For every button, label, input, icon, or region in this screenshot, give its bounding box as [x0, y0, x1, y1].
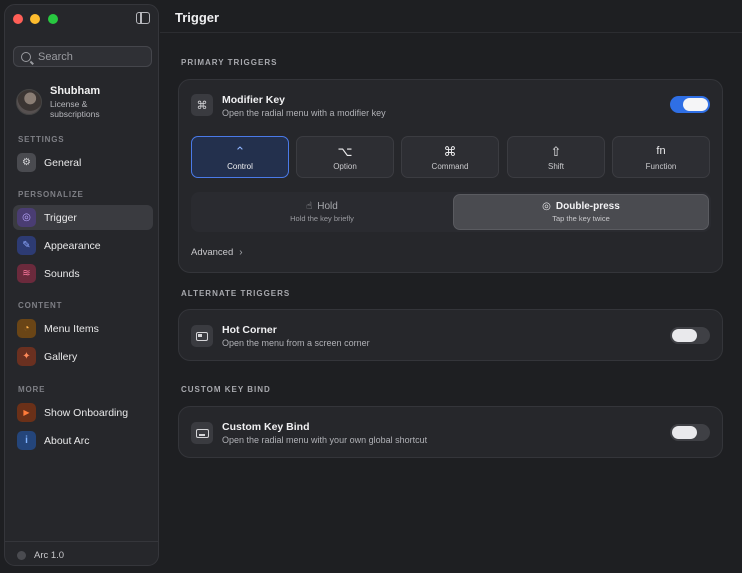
hot-corner-toggle[interactable] — [670, 327, 710, 344]
key-label: Command — [431, 161, 469, 171]
pie-icon: ◔ — [17, 319, 36, 338]
primary-triggers-card: ⌘ Modifier Key Open the radial menu with… — [178, 79, 723, 273]
sidebar-item-gallery[interactable]: ✦ Gallery — [13, 344, 153, 369]
chevron-right-icon: › — [239, 247, 243, 258]
sidebar-item-label: Menu Items — [44, 322, 99, 335]
key-option-button[interactable]: ⌥ Option — [296, 136, 394, 178]
key-label: Option — [333, 161, 357, 171]
section-alternate-triggers: ALTERNATE TRIGGERS — [181, 289, 291, 298]
key-command-button[interactable]: ⌘ Command — [401, 136, 499, 178]
play-icon: ▶ — [17, 403, 36, 422]
sidebar-toggle-icon[interactable] — [136, 12, 150, 24]
sidebar-item-label: Sounds — [44, 267, 80, 280]
sidebar-item-label: General — [44, 156, 82, 169]
settings-window: Search Shubham License & subscriptions S… — [0, 0, 742, 573]
version-footer: Arc 1.0 — [17, 550, 64, 561]
keyboard-icon — [191, 422, 213, 444]
profile-item[interactable]: Shubham License & subscriptions — [16, 83, 152, 123]
profile-subtitle-line2: subscriptions — [50, 109, 100, 119]
key-label: Control — [227, 161, 253, 171]
status-dot-icon — [17, 551, 26, 560]
mode-title: Double-press — [555, 201, 620, 212]
sidebar-item-label: Show Onboarding — [44, 406, 129, 419]
shift-key-icon: ⇧ — [550, 143, 562, 159]
hot-corner-subtitle: Open the menu from a screen corner — [222, 338, 370, 348]
trigger-icon: ◎ — [17, 208, 36, 227]
command-key-icon: ⌘ — [443, 143, 457, 159]
key-label: Shift — [547, 161, 564, 171]
custom-key-bind-subtitle: Open the radial menu with your own globa… — [222, 435, 428, 445]
alternate-triggers-card: Hot Corner Open the menu from a screen c… — [178, 309, 723, 361]
sidebar-item-appearance[interactable]: ✎ Appearance — [13, 233, 153, 258]
search-icon — [21, 51, 31, 62]
option-key-icon: ⌥ — [337, 143, 353, 159]
sidebar-item-about-arc[interactable]: i About Arc — [13, 428, 153, 453]
modifier-key-toggle[interactable] — [670, 96, 710, 113]
hot-corner-title: Hot Corner — [222, 324, 277, 336]
brush-icon: ✎ — [17, 236, 36, 255]
section-custom-key-bind: CUSTOM KEY BIND — [181, 385, 271, 394]
section-primary-triggers: PRIMARY TRIGGERS — [181, 58, 278, 67]
waveform-icon: ≋ — [17, 264, 36, 283]
hand-icon: ☝ — [306, 201, 313, 212]
divider — [5, 541, 158, 542]
key-control-button[interactable]: ⌃ Control — [191, 136, 289, 178]
fn-key-icon: fn — [656, 144, 666, 157]
sidebar-item-label: Gallery — [44, 350, 78, 363]
section-content: CONTENT — [18, 301, 63, 310]
sidebar: Search Shubham License & subscriptions S… — [4, 4, 159, 566]
avatar — [16, 89, 42, 115]
profile-subtitle-line1: License & — [50, 99, 88, 109]
search-placeholder: Search — [38, 50, 73, 63]
search-input[interactable]: Search — [13, 46, 152, 67]
sidebar-item-trigger[interactable]: ◎ Trigger — [13, 205, 153, 230]
sidebar-item-label: Trigger — [44, 211, 77, 224]
section-settings: SETTINGS — [18, 135, 65, 144]
sparkle-icon: ✦ — [17, 347, 36, 366]
minimize-window-button[interactable] — [30, 14, 40, 24]
advanced-disclosure[interactable]: Advanced › — [191, 247, 243, 258]
advanced-label: Advanced — [191, 247, 234, 258]
sidebar-item-general[interactable]: ⚙ General — [13, 150, 153, 175]
custom-key-bind-card: Custom Key Bind Open the radial menu wit… — [178, 406, 723, 458]
version-label: Arc 1.0 — [34, 550, 65, 561]
control-key-icon: ⌃ — [234, 143, 246, 159]
page-title: Trigger — [175, 10, 220, 25]
screen-corner-icon — [191, 325, 213, 347]
section-more: MORE — [18, 385, 46, 394]
zoom-window-button[interactable] — [48, 14, 58, 24]
modifier-key-subtitle: Open the radial menu with a modifier key — [222, 108, 386, 118]
close-window-button[interactable] — [13, 14, 23, 24]
command-icon: ⌘ — [191, 94, 213, 116]
modifier-key-title: Modifier Key — [222, 94, 286, 106]
divider — [160, 32, 742, 33]
profile-name: Shubham — [50, 85, 101, 97]
sidebar-item-show-onboarding[interactable]: ▶ Show Onboarding — [13, 400, 153, 425]
info-icon: i — [17, 431, 36, 450]
mode-subtitle: Hold the key briefly — [290, 214, 354, 223]
mode-hold-option[interactable]: ☝ Hold Hold the key briefly — [193, 194, 451, 230]
custom-key-bind-toggle[interactable] — [670, 424, 710, 441]
gear-icon: ⚙ — [17, 153, 36, 172]
mode-double-press-option[interactable]: ◎ Double-press Tap the key twice — [453, 194, 709, 230]
sidebar-item-menu-items[interactable]: ◔ Menu Items — [13, 316, 153, 341]
tap-icon: ◎ — [542, 201, 551, 212]
key-label: Function — [645, 161, 677, 171]
sidebar-item-label: Appearance — [44, 239, 101, 252]
sidebar-item-sounds[interactable]: ≋ Sounds — [13, 261, 153, 286]
trigger-mode-segmented-control: ☝ Hold Hold the key briefly ◎ Double-pre… — [191, 192, 711, 232]
section-personalize: PERSONALIZE — [18, 190, 84, 199]
mode-subtitle: Tap the key twice — [552, 214, 610, 223]
key-shift-button[interactable]: ⇧ Shift — [507, 136, 605, 178]
key-function-button[interactable]: fn Function — [612, 136, 710, 178]
custom-key-bind-title: Custom Key Bind — [222, 421, 310, 433]
sidebar-item-label: About Arc — [44, 434, 90, 447]
mode-title: Hold — [317, 201, 338, 212]
